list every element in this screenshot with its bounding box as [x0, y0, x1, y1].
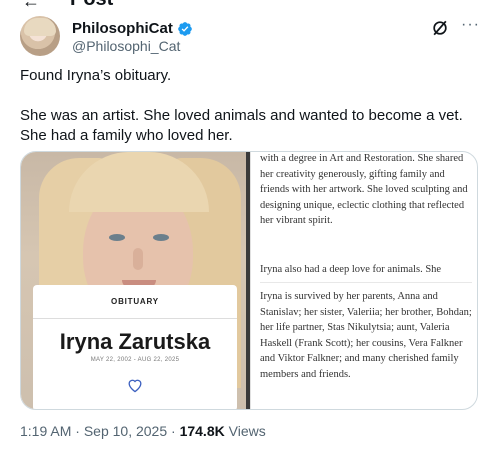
post-date[interactable]: Sep 10, 2025	[84, 423, 167, 439]
media-image[interactable]: OBITUARY Iryna Zarutska MAY 22, 2002 - A…	[20, 151, 478, 410]
obituary-paragraph-2: Iryna also had a deep love for animals. …	[260, 264, 442, 275]
obituary-paragraph-1: with a degree in Art and Restoration. Sh…	[260, 153, 468, 226]
back-arrow-icon[interactable]: ←	[22, 0, 40, 12]
heart-icon	[128, 379, 142, 393]
obituary-card: OBITUARY Iryna Zarutska MAY 22, 2002 - A…	[33, 285, 237, 409]
portrait-photo: OBITUARY Iryna Zarutska MAY 22, 2002 - A…	[21, 152, 250, 409]
grok-icon[interactable]	[430, 18, 450, 38]
author-handle[interactable]: @Philosophi_Cat	[72, 38, 180, 54]
obituary-name: Iryna Zarutska	[59, 329, 211, 354]
tweet-line-1: Found Iryna’s obituary.	[20, 67, 172, 84]
obituary-label: OBITUARY	[111, 297, 159, 306]
top-bar: ← Post	[0, 0, 500, 14]
page-title: Post	[70, 0, 113, 11]
avatar[interactable]	[20, 16, 60, 56]
tweet-line-2: She was an artist. She loved animals and…	[20, 107, 463, 144]
obituary-dates: MAY 22, 2002 - AUG 22, 2025	[90, 357, 180, 363]
author-name-row: PhilosophiCat	[72, 20, 193, 37]
views-label: Views	[224, 423, 266, 439]
more-icon[interactable]: ···	[461, 16, 480, 34]
post-time[interactable]: 1:19 AM	[20, 423, 71, 439]
verified-badge-icon	[178, 21, 192, 36]
obituary-text: with a degree in Art and Restoration. Sh…	[260, 152, 475, 409]
obituary-paragraph-3: Iryna is survived by her parents, Anna a…	[260, 291, 472, 380]
views-count: 174.8K	[179, 423, 225, 439]
post-header: PhilosophiCat @Philosophi_Cat ···	[20, 14, 480, 58]
author-display-name[interactable]: PhilosophiCat	[72, 20, 173, 37]
post-meta: 1:19 AM · Sep 10, 2025 · 174.8K Views	[20, 423, 266, 439]
tweet-text: Found Iryna’s obituary. She was an artis…	[20, 66, 480, 146]
